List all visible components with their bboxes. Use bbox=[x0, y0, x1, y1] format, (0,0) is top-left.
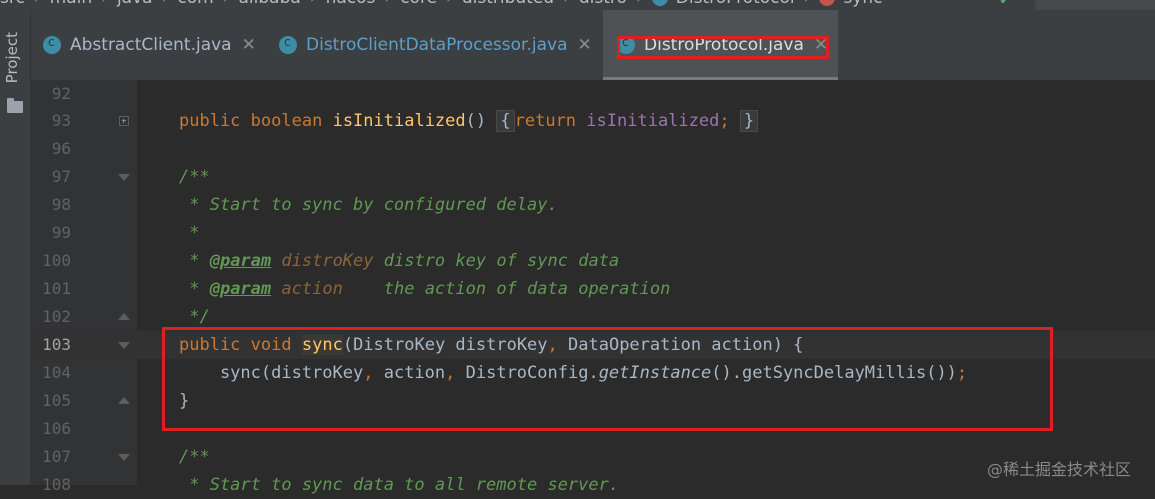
code-text: * Start to sync by configured delay. bbox=[179, 195, 558, 215]
line-number: 100 bbox=[42, 251, 71, 270]
code-line: 99 * bbox=[31, 219, 1155, 247]
fold-end-icon[interactable] bbox=[118, 313, 130, 321]
code-line: 92 bbox=[31, 80, 1155, 108]
method-icon bbox=[819, 0, 836, 6]
highlight-box-sync-method bbox=[162, 327, 1053, 431]
line-number: 101 bbox=[42, 279, 71, 298]
code-line: 97 /** bbox=[31, 163, 1155, 191]
folded-region[interactable]: } bbox=[739, 110, 759, 132]
line-number: 96 bbox=[51, 139, 71, 158]
line-number: 99 bbox=[51, 223, 71, 242]
checkmark-icon: ✔ bbox=[1000, 0, 1011, 9]
line-number: 105 bbox=[42, 391, 71, 410]
code-text: public boolean isInitialized() {return i… bbox=[179, 107, 759, 135]
breadcrumb-item[interactable]: nacos bbox=[326, 0, 376, 8]
breadcrumb: src› main› java› com› alibaba› nacos› co… bbox=[0, 0, 882, 10]
project-tool-button[interactable]: Project bbox=[3, 32, 21, 83]
line-number: 102 bbox=[42, 307, 71, 326]
code-text: /** bbox=[179, 167, 210, 187]
close-icon[interactable]: ✕ bbox=[578, 35, 592, 55]
breadcrumb-item[interactable]: com bbox=[177, 0, 213, 8]
code-line: 93 public boolean isInitialized() {retur… bbox=[31, 107, 1155, 135]
breadcrumb-item[interactable]: alibaba bbox=[239, 0, 301, 8]
code-text: * Start to sync data to all remote serve… bbox=[179, 475, 620, 495]
breadcrumb-item[interactable]: main bbox=[50, 0, 92, 8]
tab-label: DistroClientDataProcessor.java bbox=[306, 35, 568, 55]
folder-icon[interactable] bbox=[7, 98, 23, 113]
code-text: /** bbox=[179, 447, 210, 467]
code-line: 96 bbox=[31, 135, 1155, 163]
tab-label: AbstractClient.java bbox=[70, 35, 232, 55]
code-line: 100 * @param distroKey distro key of syn… bbox=[31, 247, 1155, 275]
fold-end-icon[interactable] bbox=[118, 397, 130, 405]
code-line: 98 * Start to sync by configured delay. bbox=[31, 191, 1155, 219]
line-number: 97 bbox=[51, 167, 71, 186]
fold-expand-icon[interactable] bbox=[119, 116, 129, 126]
class-icon bbox=[43, 35, 61, 54]
code-text: * bbox=[179, 223, 200, 243]
line-number: 103 bbox=[42, 335, 71, 354]
breadcrumb-item[interactable]: src bbox=[0, 0, 25, 8]
code-text: * @param action the action of data opera… bbox=[179, 279, 671, 299]
line-number: 106 bbox=[42, 419, 71, 438]
breadcrumb-item[interactable]: DistroProtocol bbox=[676, 0, 795, 8]
close-icon[interactable]: ✕ bbox=[242, 35, 256, 55]
line-number: 107 bbox=[42, 447, 71, 466]
breadcrumb-bar: src› main› java› com› alibaba› nacos› co… bbox=[0, 0, 1155, 10]
editor-tab-bar: AbstractClient.java ✕ DistroClientDataPr… bbox=[31, 10, 1155, 80]
tab-distro-client-data-processor[interactable]: DistroClientDataProcessor.java ✕ bbox=[279, 10, 592, 80]
fold-collapse-icon[interactable] bbox=[118, 342, 130, 349]
line-number: 93 bbox=[51, 111, 71, 130]
code-text: * @param distroKey distro key of sync da… bbox=[179, 251, 620, 271]
class-icon bbox=[279, 35, 297, 54]
breadcrumb-item[interactable]: distro bbox=[579, 0, 627, 8]
watermark: @稀土掘金技术社区 bbox=[987, 460, 1132, 479]
line-number: 92 bbox=[51, 84, 71, 103]
highlight-box-tab bbox=[617, 36, 829, 59]
tool-window-stripe: Project bbox=[0, 10, 31, 485]
breadcrumb-item[interactable]: core bbox=[400, 0, 437, 8]
fold-collapse-icon[interactable] bbox=[118, 174, 130, 181]
class-icon bbox=[651, 0, 668, 6]
breadcrumb-item[interactable]: java bbox=[117, 0, 153, 8]
folded-region[interactable]: { bbox=[496, 110, 515, 132]
breadcrumb-item[interactable]: distributed bbox=[462, 0, 554, 8]
breadcrumb-item[interactable]: sync bbox=[843, 0, 882, 8]
code-line: 101 * @param action the action of data o… bbox=[31, 275, 1155, 303]
line-number: 104 bbox=[42, 363, 71, 382]
tab-abstract-client[interactable]: AbstractClient.java ✕ bbox=[43, 10, 256, 80]
toolbar-right[interactable] bbox=[1035, 0, 1155, 10]
line-number: 98 bbox=[51, 195, 71, 214]
line-number: 108 bbox=[42, 475, 71, 494]
fold-collapse-icon[interactable] bbox=[118, 454, 130, 461]
